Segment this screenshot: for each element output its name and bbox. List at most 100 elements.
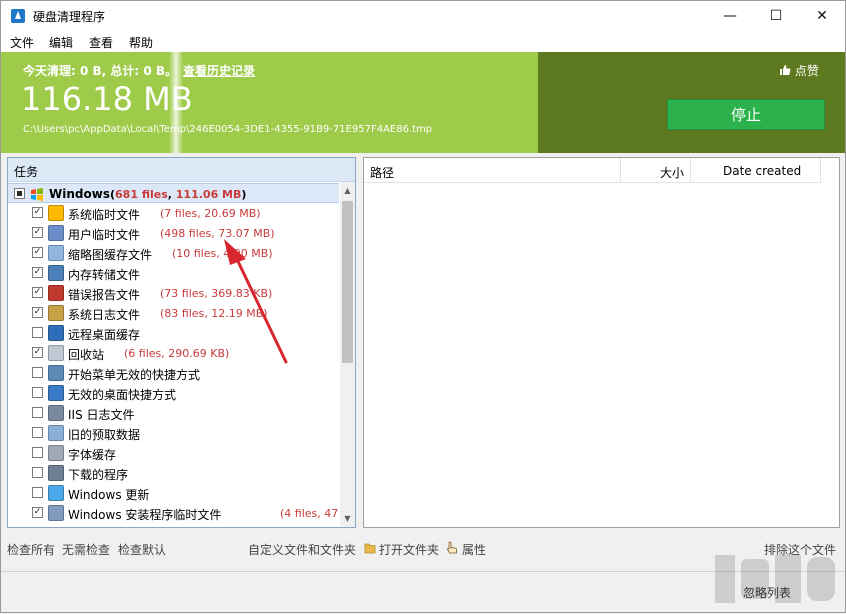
- task-item[interactable]: ✓ 错误报告文件 (73 files, 369.83 KB): [8, 283, 339, 303]
- menu-file[interactable]: 文件: [10, 34, 34, 51]
- task-item-label: Windows 安装程序临时文件: [68, 508, 222, 522]
- task-item[interactable]: ✓ 缩略图缓存文件 (10 files, 4.00 MB): [8, 243, 339, 263]
- uncheck-link[interactable]: 无需检查: [62, 541, 110, 558]
- hand-pointer-icon: [447, 541, 457, 554]
- task-checkbox[interactable]: [32, 327, 43, 338]
- root-checkbox[interactable]: [14, 188, 25, 199]
- task-checkbox[interactable]: [32, 487, 43, 498]
- windows-update-icon: [48, 485, 64, 501]
- column-date-created[interactable]: Date created: [691, 158, 821, 183]
- like-button[interactable]: 点赞: [779, 62, 819, 79]
- scroll-down-arrow[interactable]: ▼: [340, 510, 355, 527]
- app-window: 硬盘清理程序 — ☐ ✕ 文件 编辑 查看 帮助 今天清理: 0 B, 总计: …: [0, 0, 846, 613]
- like-label: 点赞: [794, 64, 819, 78]
- recycle-bin-icon: [48, 345, 64, 361]
- task-checkbox[interactable]: [32, 367, 43, 378]
- task-checkbox[interactable]: ✓: [32, 507, 43, 518]
- task-checkbox[interactable]: [32, 407, 43, 418]
- task-item-label: 无效的桌面快捷方式: [68, 388, 177, 402]
- task-checkbox[interactable]: ✓: [32, 267, 43, 278]
- current-path: C:\Users\pc\AppData\Local\Temp\246E0054-…: [23, 124, 433, 135]
- windows-logo-icon: [31, 188, 43, 201]
- folder-icon: [364, 543, 376, 554]
- task-item[interactable]: ✓ 用户临时文件 (498 files, 73.07 MB): [8, 223, 339, 243]
- minimize-button[interactable]: —: [707, 1, 753, 31]
- task-checkbox[interactable]: [32, 447, 43, 458]
- root-stats-comma: ,: [167, 188, 176, 201]
- stop-button[interactable]: 停止: [667, 99, 825, 130]
- installer-temp-icon: [48, 505, 64, 521]
- task-item-stats: (6 files, 290.69 KB): [124, 347, 230, 360]
- maximize-button[interactable]: ☐: [753, 1, 799, 31]
- open-folder-link[interactable]: 打开文件夹: [379, 541, 439, 558]
- custom-files-link[interactable]: 自定义文件和文件夹: [248, 541, 356, 558]
- task-scrollbar[interactable]: ▲ ▼: [340, 182, 355, 527]
- column-date-label: Date created: [723, 164, 802, 178]
- today-summary: 今天清理: 0 B, 总计: 0 B。 查看历史记录: [23, 62, 255, 79]
- menu-view[interactable]: 查看: [89, 34, 113, 51]
- task-checkbox[interactable]: ✓: [32, 247, 43, 258]
- root-size: 111.06 MB: [175, 188, 242, 201]
- check-default-link[interactable]: 检查默认: [118, 541, 166, 558]
- task-item[interactable]: ✓ 系统临时文件 (7 files, 20.69 MB): [8, 203, 339, 223]
- task-item[interactable]: Windows 更新: [8, 483, 339, 503]
- ignore-list-button[interactable]: 忽略列表: [743, 584, 791, 601]
- root-stats-close: ): [241, 188, 247, 201]
- task-checkbox[interactable]: [32, 467, 43, 478]
- task-checkbox[interactable]: ✓: [32, 287, 43, 298]
- task-item-label: 开始菜单无效的快捷方式: [68, 368, 201, 382]
- check-all-link[interactable]: 检查所有: [7, 541, 55, 558]
- task-checkbox[interactable]: [32, 427, 43, 438]
- history-link[interactable]: 查看历史记录: [183, 64, 255, 78]
- close-button[interactable]: ✕: [799, 1, 845, 31]
- task-item[interactable]: 开始菜单无效的快捷方式: [8, 363, 339, 383]
- task-item[interactable]: IIS 日志文件: [8, 403, 339, 423]
- task-item[interactable]: 下载的程序: [8, 463, 339, 483]
- task-checkbox[interactable]: ✓: [32, 347, 43, 358]
- task-item-label: IIS 日志文件: [68, 408, 135, 422]
- today-cleaned-text: 今天清理: 0 B, 总计: 0 B。: [23, 64, 178, 78]
- task-checkbox[interactable]: ✓: [32, 307, 43, 318]
- task-item[interactable]: 字体缓存: [8, 443, 339, 463]
- task-checkbox[interactable]: ✓: [32, 207, 43, 218]
- column-path[interactable]: 路径: [364, 158, 621, 183]
- task-item-stats: (498 files, 73.07 MB): [160, 227, 275, 240]
- task-checkbox[interactable]: [32, 387, 43, 398]
- task-item[interactable]: 旧的预取数据: [8, 423, 339, 443]
- task-item[interactable]: ✓ 回收站 (6 files, 290.69 KB): [8, 343, 339, 363]
- task-tree: Windows (681 files, 111.06 MB) ✓ 系统临时文件 (7…: [8, 182, 339, 527]
- remote-desktop-icon: [48, 325, 64, 341]
- thumbs-up-icon: [780, 65, 791, 75]
- scroll-up-arrow[interactable]: ▲: [340, 182, 355, 199]
- scroll-thumb[interactable]: [342, 201, 353, 363]
- user-document-icon: [48, 225, 64, 241]
- memory-dump-icon: [48, 265, 64, 281]
- task-panel: 任务 Windows (681 files, 111.06 MB) ✓ 系统临时文…: [7, 157, 356, 528]
- menu-help[interactable]: 帮助: [129, 34, 153, 51]
- total-size: 116.18 MB: [21, 80, 193, 118]
- root-files: 681 files: [115, 188, 168, 201]
- task-item[interactable]: 远程桌面缓存: [8, 323, 339, 343]
- root-stats: (681 files, 111.06 MB): [110, 188, 246, 201]
- task-item-label: 远程桌面缓存: [68, 328, 141, 342]
- task-root-windows[interactable]: Windows (681 files, 111.06 MB): [8, 183, 339, 203]
- task-checkbox[interactable]: ✓: [32, 227, 43, 238]
- task-item-label: 错误报告文件: [68, 288, 141, 302]
- downloaded-program-icon: [48, 465, 64, 481]
- task-item[interactable]: ✓ 内存转储文件: [8, 263, 339, 283]
- status-banner: 今天清理: 0 B, 总计: 0 B。 查看历史记录 116.18 MB C:\U…: [1, 52, 845, 153]
- task-item[interactable]: 无效的桌面快捷方式: [8, 383, 339, 403]
- column-size[interactable]: 大小: [621, 158, 691, 183]
- desktop-shortcut-icon: [48, 385, 64, 401]
- task-item-label: 内存转储文件: [68, 268, 141, 282]
- prefetch-icon: [48, 425, 64, 441]
- task-item-stats: (73 files, 369.83 KB): [160, 287, 273, 300]
- task-item-label: 回收站: [68, 348, 105, 362]
- properties-link[interactable]: 属性: [462, 541, 486, 558]
- task-item-stats: (7 files, 20.69 MB): [160, 207, 261, 220]
- menu-edit[interactable]: 编辑: [49, 34, 73, 51]
- task-item[interactable]: ✓ Windows 安装程序临时文件 (4 files, 476.80 KB): [8, 503, 339, 523]
- task-item-label: 用户临时文件: [68, 228, 141, 242]
- task-item[interactable]: ✓ 系统日志文件 (83 files, 12.19 MB): [8, 303, 339, 323]
- task-item-label: 字体缓存: [68, 448, 117, 462]
